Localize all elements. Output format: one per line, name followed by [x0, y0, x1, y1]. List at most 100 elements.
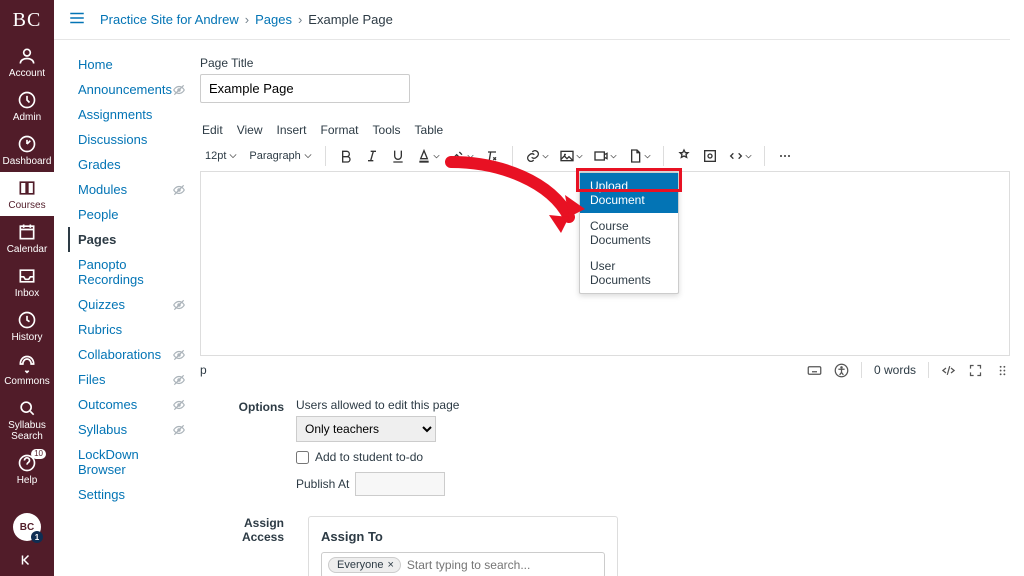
coursenav-label: Syllabus: [78, 422, 127, 437]
coursenav-announcements[interactable]: Announcements: [68, 77, 190, 102]
coursenav-label: Collaborations: [78, 347, 161, 362]
hidden-icon: [172, 83, 186, 97]
editor-canvas[interactable]: Upload DocumentCourse DocumentsUser Docu…: [200, 171, 1010, 356]
icon-maker-button[interactable]: [698, 144, 722, 168]
doc-menu-course-documents[interactable]: Course Documents: [580, 213, 678, 253]
hidden-icon: [172, 183, 186, 197]
embed-button[interactable]: [724, 144, 756, 168]
word-count[interactable]: 0 words: [874, 363, 916, 377]
rce-toolbar: 12pt Paragraph: [200, 141, 1010, 171]
publish-at-label: Publish At: [296, 477, 349, 491]
nav-commons[interactable]: Commons: [0, 348, 54, 392]
nav-calendar[interactable]: Calendar: [0, 216, 54, 260]
nav-courses[interactable]: Courses: [0, 172, 54, 216]
nav-history[interactable]: History: [0, 304, 54, 348]
nav-inbox[interactable]: Inbox: [0, 260, 54, 304]
brand-text: BC: [13, 9, 42, 32]
keyboard-icon[interactable]: [807, 363, 822, 378]
menu-format[interactable]: Format: [321, 123, 359, 137]
avatar-initials: BC: [20, 522, 34, 533]
apps-button[interactable]: [672, 144, 696, 168]
document-button[interactable]: [623, 144, 655, 168]
italic-button[interactable]: [360, 144, 384, 168]
coursenav-outcomes[interactable]: Outcomes: [68, 392, 190, 417]
clear-format-button[interactable]: [480, 144, 504, 168]
coursenav-settings[interactable]: Settings: [68, 482, 190, 507]
page-title-label: Page Title: [200, 56, 1010, 70]
menu-tools[interactable]: Tools: [373, 123, 401, 137]
search-icon: [17, 398, 37, 418]
global-nav: BC Account Admin DashboardCoursesCalendarI…: [0, 0, 54, 576]
assign-search-input[interactable]: [407, 558, 598, 572]
underline-button[interactable]: [386, 144, 410, 168]
image-button[interactable]: [555, 144, 587, 168]
remove-token-icon[interactable]: ×: [387, 559, 393, 571]
menu-edit[interactable]: Edit: [202, 123, 223, 137]
breadcrumb-course[interactable]: Practice Site for Andrew: [100, 12, 239, 27]
edit-permissions-select[interactable]: Only teachers: [296, 416, 436, 442]
coursenav-panopto-recordings[interactable]: Panopto Recordings: [68, 252, 190, 292]
coursenav-label: Panopto Recordings: [78, 257, 186, 287]
nav-label: Syllabus Search: [0, 420, 54, 442]
breadcrumb-section[interactable]: Pages: [255, 12, 292, 27]
history-icon: [17, 310, 37, 330]
course-nav: HomeAnnouncementsAssignmentsDiscussions G…: [54, 52, 190, 507]
highlight-button[interactable]: [446, 144, 478, 168]
coursenav-label: Quizzes: [78, 297, 125, 312]
coursenav-files[interactable]: Files: [68, 367, 190, 392]
media-button[interactable]: [589, 144, 621, 168]
assign-to-input[interactable]: Everyone×: [321, 552, 605, 576]
font-size-select[interactable]: 12pt: [200, 147, 242, 165]
coursenav-grades[interactable]: Grades: [68, 152, 190, 177]
user-icon: [17, 46, 37, 66]
coursenav-quizzes[interactable]: Quizzes: [68, 292, 190, 317]
link-button[interactable]: [521, 144, 553, 168]
more-toolbar-button[interactable]: [773, 144, 797, 168]
hamburger-icon[interactable]: [68, 9, 86, 30]
nav-admin[interactable]: Admin: [0, 84, 54, 128]
a11y-icon[interactable]: [834, 363, 849, 378]
nav-dashboard[interactable]: Dashboard: [0, 128, 54, 172]
topbar: Practice Site for Andrew › Pages › Examp…: [54, 0, 1010, 40]
dashboard-icon: [17, 134, 37, 154]
page-title-input[interactable]: [200, 74, 410, 103]
menu-view[interactable]: View: [237, 123, 263, 137]
brand-logo[interactable]: BC: [0, 0, 54, 40]
drag-handle-icon[interactable]: [995, 363, 1010, 378]
coursenav-collaborations[interactable]: Collaborations: [68, 342, 190, 367]
text-color-button[interactable]: [412, 144, 444, 168]
coursenav-people[interactable]: People: [68, 202, 190, 227]
coursenav-pages[interactable]: Pages: [68, 227, 190, 252]
assign-to-label: Assign To: [321, 529, 605, 544]
nav-syllabus[interactable]: Syllabus Search: [0, 392, 54, 447]
coursenav-discussions[interactable]: Discussions: [68, 127, 190, 152]
coursenav-label: Pages: [78, 232, 116, 247]
nav-help[interactable]: Help10: [0, 447, 54, 491]
todo-checkbox[interactable]: [296, 451, 309, 464]
block-format-select[interactable]: Paragraph: [244, 147, 316, 165]
doc-menu-upload-document[interactable]: Upload Document: [580, 173, 678, 213]
coursenav-home[interactable]: Home: [68, 52, 190, 77]
coursenav-syllabus[interactable]: Syllabus: [68, 417, 190, 442]
html-view-icon[interactable]: [941, 363, 956, 378]
publish-at-input[interactable]: [355, 472, 445, 496]
nav-account[interactable]: Account: [0, 40, 54, 84]
coursenav-modules[interactable]: Modules: [68, 177, 190, 202]
bold-button[interactable]: [334, 144, 358, 168]
hidden-icon: [172, 373, 186, 387]
menu-table[interactable]: Table: [415, 123, 444, 137]
coursenav-label: Modules: [78, 182, 127, 197]
coursenav-label: Grades: [78, 157, 121, 172]
nav-label: Admin: [13, 112, 41, 123]
menu-insert[interactable]: Insert: [276, 123, 306, 137]
doc-menu-user-documents[interactable]: User Documents: [580, 253, 678, 293]
avatar[interactable]: BC: [13, 513, 41, 541]
coursenav-assignments[interactable]: Assignments: [68, 102, 190, 127]
fullscreen-icon[interactable]: [968, 363, 983, 378]
element-path[interactable]: p: [200, 363, 207, 377]
assign-token[interactable]: Everyone×: [328, 557, 401, 573]
coursenav-rubrics[interactable]: Rubrics: [68, 317, 190, 342]
options-label: Options: [200, 398, 296, 496]
coursenav-lockdown-browser[interactable]: LockDown Browser: [68, 442, 190, 482]
collapse-nav-icon[interactable]: [18, 551, 36, 572]
